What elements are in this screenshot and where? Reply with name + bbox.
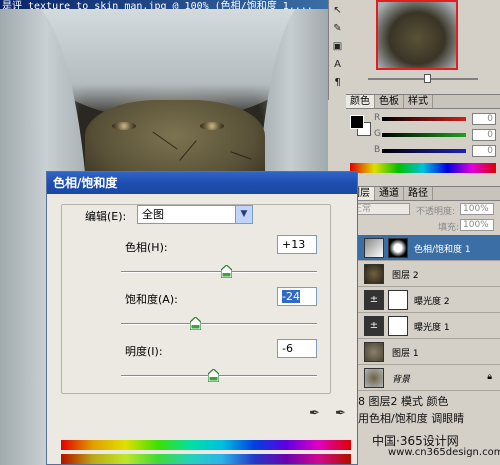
lightness-input[interactable]: -6 [277,339,317,358]
foreground-color-swatch[interactable] [350,115,364,129]
layer-row-background[interactable]: ● 背景 🔒︎ [346,365,500,391]
lightness-label: 明度(I): [125,345,163,358]
layer-name: 色相/饱和度 1 [414,245,471,255]
layers-panel-tabs: 图层 通道 路径 [346,187,500,201]
navigator-thumbnail[interactable] [376,0,458,70]
red-channel-row: R 0 [374,113,498,127]
green-value[interactable]: 0 [472,129,496,141]
layer-name: 曝光度 2 [414,297,450,307]
paragraph-icon[interactable]: ¶ [330,75,345,90]
blue-value[interactable]: 0 [472,145,496,157]
blue-label: B [374,145,381,155]
hue-saturation-dialog: 色相/饱和度 编辑(E): 全图 ▼ 色相(H): +13 饱和度(A): -2… [46,171,358,465]
left-eye [112,122,136,130]
edit-label: 编辑(E): [83,208,129,224]
hue-slider-track[interactable] [121,271,317,273]
eyedropper-plus-icon[interactable]: ✒ [335,406,347,422]
layer-name: 图层 1 [392,349,419,359]
caption-line-2: 用色相/饱和度 调眼睛 [358,412,465,425]
opacity-label: 不透明度: [416,207,456,217]
layer-row-exposure1[interactable]: ● ± 曝光度 1 [346,313,500,339]
tab-channels[interactable]: 通道 [375,187,404,200]
layer-thumbnail [364,264,384,284]
edit-select-value: 全图 [142,208,164,221]
right-eye [200,122,224,130]
color-spectrum[interactable] [350,163,496,173]
red-slider[interactable] [382,117,466,121]
red-value[interactable]: 0 [472,113,496,125]
blue-channel-row: B 0 [374,145,498,159]
green-channel-row: G 0 [374,129,498,143]
green-slider[interactable] [382,133,466,137]
green-label: G [374,129,381,139]
blue-slider[interactable] [382,149,466,153]
output-color-bar [61,454,351,464]
red-label: R [374,113,381,123]
hue-label: 色相(H): [125,241,168,254]
layer-name: 图层 2 [392,271,419,281]
tab-styles[interactable]: 样式 [404,95,433,108]
document-titlebar[interactable]: 是评 texture_to_skin_man.jpg @ 100% (色相/饱和… [0,0,328,9]
layer-row-layer2[interactable]: ● 图层 2 [346,261,500,287]
cursor-icon[interactable]: ↖ [330,3,345,18]
navigator-zoom-slider[interactable] [356,74,496,84]
hue-slider-thumb[interactable] [221,265,233,278]
navigator-panel [346,0,500,90]
document-title: 是评 texture_to_skin_man.jpg @ 100% (色相/饱和… [2,1,313,9]
zoom-track [368,78,478,80]
layer-mask-thumbnail[interactable] [388,290,408,310]
layer-thumbnail [364,342,384,362]
tab-swatches[interactable]: 色板 [375,95,404,108]
layer-thumbnail [364,368,384,388]
layer-icon[interactable]: ▣ [330,39,345,54]
input-color-bar [61,440,351,450]
layer-row-exposure2[interactable]: ● ± 曝光度 2 [346,287,500,313]
blend-mode-select[interactable]: 正常 [350,203,410,215]
adjustment-thumbnail [364,238,384,258]
saturation-slider-thumb[interactable] [190,317,202,330]
lightness-slider-thumb[interactable] [208,369,220,382]
dialog-title[interactable]: 色相/饱和度 [47,172,357,194]
layer-name: 背景 [392,375,411,385]
caption-line-1: 8 图层2 模式 颜色 [358,395,449,408]
exposure-icon: ± [364,290,384,310]
opacity-field[interactable]: 100% [460,203,494,215]
tab-color[interactable]: 颜色 [346,95,375,108]
edit-select[interactable]: 全图 ▼ [137,205,253,224]
layer-row-hue-saturation[interactable]: ● 色相/饱和度 1 [346,235,500,261]
saturation-label: 饱和度(A): [125,293,178,306]
text-icon[interactable]: A [330,57,345,72]
watermark-url: www.cn365design.com [388,447,500,458]
fill-field[interactable]: 100% [460,219,494,231]
saturation-value: -24 [282,290,300,303]
exposure-icon: ± [364,316,384,336]
fill-label: 填充: [438,223,460,233]
layers-panel: 图层 通道 路径 正常 不透明度: 100% 填充: 100% ● 色相/饱和度… [346,186,500,396]
brush-icon[interactable]: ✎ [330,21,345,36]
hue-input[interactable]: +13 [277,235,317,254]
layer-name: 曝光度 1 [414,323,450,333]
tab-paths[interactable]: 路径 [404,187,433,200]
layer-mask-thumbnail[interactable] [388,316,408,336]
color-panel-tabs: 颜色 色板 样式 [346,95,500,109]
eyedropper-icon[interactable]: ✒ [309,406,321,422]
saturation-input[interactable]: -24 [277,287,317,306]
zoom-thumb[interactable] [424,74,431,83]
lock-icon: 🔒︎ [487,372,492,382]
layer-row-layer1[interactable]: ● 图层 1 [346,339,500,365]
chevron-down-icon[interactable]: ▼ [235,206,252,223]
tool-strip: ↖ ✎ ▣ A ¶ [328,0,345,100]
layer-mask-thumbnail[interactable] [388,238,408,258]
color-panel: 颜色 色板 样式 R 0 G 0 B 0 [346,94,500,176]
saturation-slider-track[interactable] [121,323,317,325]
